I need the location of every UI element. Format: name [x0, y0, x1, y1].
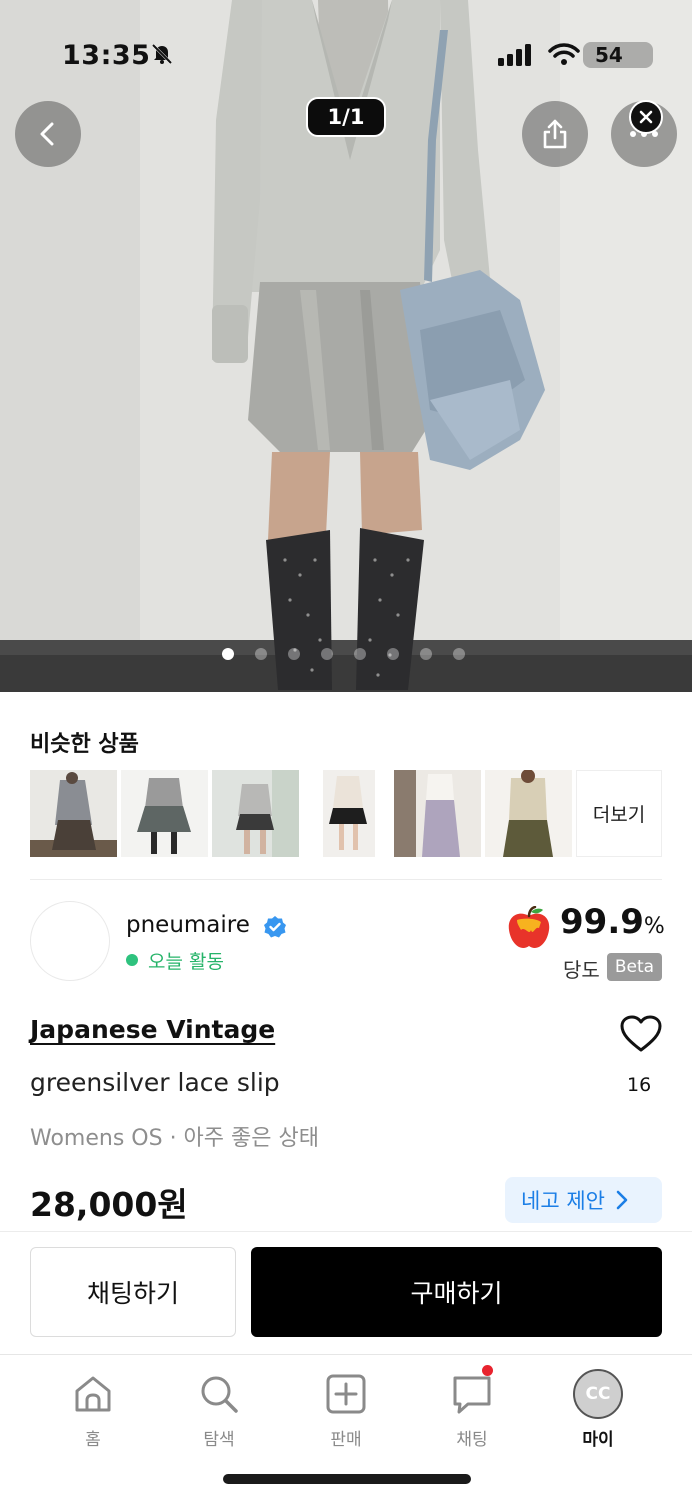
bell-off-icon	[151, 43, 173, 65]
image-counter: 1/1	[306, 97, 386, 137]
seller-score: 99.9%	[560, 902, 665, 942]
thumbnail-image	[30, 770, 117, 857]
battery-indicator: 54	[583, 42, 653, 68]
similar-products-list	[30, 770, 572, 857]
verified-badge-icon	[264, 916, 286, 938]
similar-products-title: 비슷한 상품	[30, 732, 139, 757]
price-offer-label: 네고 제안	[521, 1189, 605, 1213]
similar-product-thumbnail[interactable]	[303, 770, 390, 857]
pagination-dots	[222, 648, 465, 660]
chevron-right-icon	[616, 1190, 628, 1210]
home-icon	[75, 1376, 111, 1412]
like-count: 16	[627, 1074, 652, 1096]
close-icon	[639, 110, 653, 124]
product-meta: Womens OS · 아주 좋은 상태	[30, 1126, 319, 1151]
seller-activity: 오늘 활동	[148, 951, 224, 973]
status-time: 13:35	[62, 40, 151, 71]
notification-dot	[482, 1365, 493, 1376]
signal-icon	[498, 44, 531, 66]
tab-search-label: 탐색	[203, 1430, 235, 1450]
tab-chat-label: 채팅	[456, 1430, 488, 1450]
tab-home-label: 홈	[85, 1430, 101, 1450]
chat-bubble-icon	[453, 1376, 491, 1414]
see-more-button[interactable]: 더보기	[576, 770, 662, 857]
product-price: 28,000원	[30, 1185, 188, 1224]
similar-product-thumbnail[interactable]	[30, 770, 117, 857]
divider	[30, 879, 662, 880]
thumbnail-image	[121, 770, 208, 857]
seller-avatar[interactable]	[30, 901, 110, 981]
pagination-dot[interactable]	[387, 648, 399, 660]
heart-icon[interactable]	[619, 1014, 663, 1054]
chat-button[interactable]: 채팅하기	[30, 1247, 236, 1337]
similar-product-thumbnail[interactable]	[121, 770, 208, 857]
seller-score-label: 당도	[563, 958, 600, 982]
tab-me[interactable]: CC 마이	[548, 1369, 648, 1450]
thumbnail-image	[212, 770, 299, 857]
thumbnail-image	[485, 770, 572, 857]
seller-score-unit: %	[643, 914, 665, 939]
pagination-dot[interactable]	[255, 648, 267, 660]
thumbnail-image	[394, 770, 481, 857]
battery-level: 54	[595, 43, 623, 67]
status-bar: 13:35 54	[0, 0, 692, 100]
wifi-icon	[548, 43, 580, 65]
tab-me-label: 마이	[582, 1430, 614, 1450]
pagination-dot[interactable]	[420, 648, 432, 660]
product-photo[interactable]: 13:35 54 1/1	[0, 0, 692, 692]
pagination-dot[interactable]	[288, 648, 300, 660]
price-offer-button[interactable]: 네고 제안	[505, 1177, 662, 1223]
chevron-left-icon	[40, 122, 54, 146]
pagination-dot[interactable]	[321, 648, 333, 660]
share-icon	[543, 119, 567, 149]
similar-product-thumbnail[interactable]	[394, 770, 481, 857]
beta-badge: Beta	[607, 953, 662, 981]
similar-product-thumbnail[interactable]	[212, 770, 299, 857]
pagination-dot[interactable]	[354, 648, 366, 660]
pagination-dot[interactable]	[222, 648, 234, 660]
tab-home[interactable]: 홈	[43, 1369, 143, 1450]
tab-chat[interactable]: 채팅	[422, 1365, 522, 1450]
divider	[0, 1231, 692, 1232]
back-button[interactable]	[15, 101, 81, 167]
apple-score-icon	[508, 906, 550, 949]
home-indicator[interactable]	[223, 1474, 471, 1484]
pagination-dot[interactable]	[453, 648, 465, 660]
close-button[interactable]	[629, 100, 663, 134]
online-status-dot	[126, 954, 138, 966]
seller-score-value: 99.9	[560, 902, 644, 942]
brand-link[interactable]: Japanese Vintage	[30, 1015, 275, 1044]
buy-button[interactable]: 구매하기	[251, 1247, 662, 1337]
tab-search[interactable]: 탐색	[169, 1369, 269, 1450]
profile-avatar: CC	[573, 1369, 623, 1419]
search-icon	[201, 1376, 238, 1413]
similar-product-thumbnail[interactable]	[485, 770, 572, 857]
seller-name[interactable]: pneumaire	[126, 912, 250, 938]
tab-sell-label: 판매	[330, 1430, 362, 1450]
thumbnail-image	[303, 770, 390, 857]
tab-sell[interactable]: 판매	[296, 1369, 396, 1450]
product-name: greensilver lace slip	[30, 1068, 280, 1097]
share-button[interactable]	[522, 101, 588, 167]
add-square-icon	[326, 1374, 366, 1414]
